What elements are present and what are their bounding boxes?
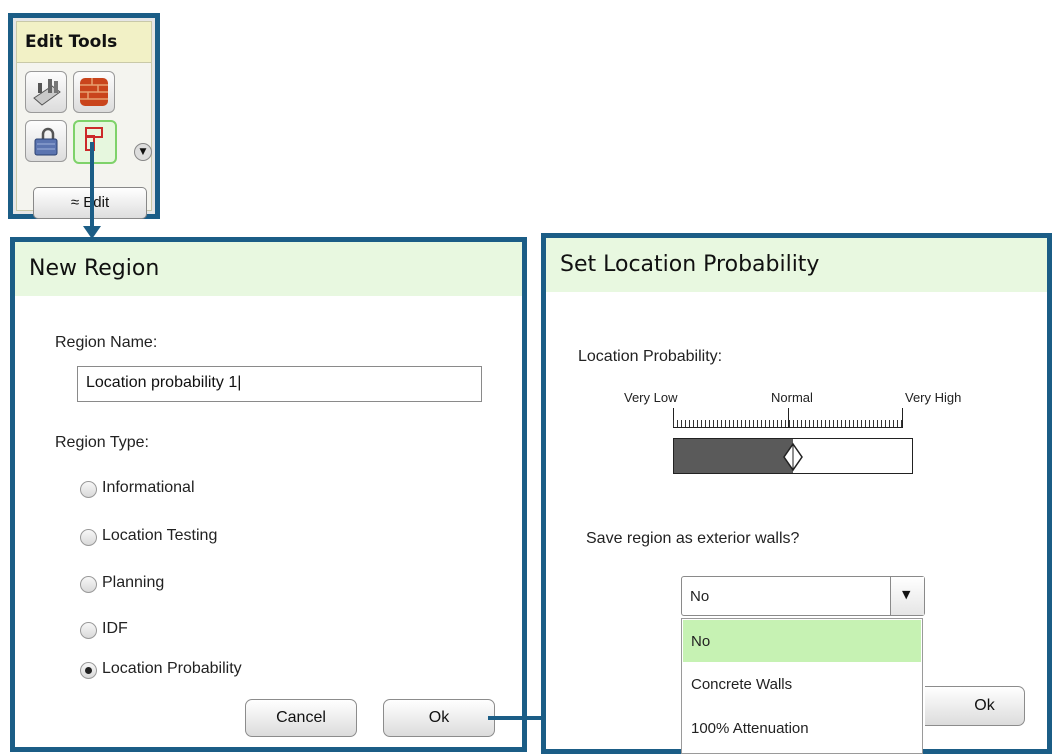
radio-button[interactable]	[80, 481, 97, 498]
region-type-label: Region Type:	[55, 434, 149, 451]
wall-tool-button[interactable]	[25, 71, 67, 113]
radio-label: IDF	[102, 620, 128, 637]
lock-tool-button[interactable]	[25, 120, 67, 162]
edit-tools-panel: Edit Tools ▼ ≈ Edit	[8, 13, 160, 219]
radio-button[interactable]	[80, 622, 97, 639]
exterior-walls-select[interactable]: No ▼	[681, 576, 925, 616]
region-name-input[interactable]: Location probability 1|	[77, 366, 482, 402]
cancel-button[interactable]: Cancel	[245, 699, 357, 737]
option-item[interactable]: 100% Attenuation	[683, 708, 921, 750]
region-tool-button[interactable]	[73, 120, 117, 164]
select-value: No	[690, 588, 710, 605]
option-item[interactable]: No	[683, 620, 921, 662]
ok-button-label: Ok	[974, 697, 995, 714]
new-region-title: New Region	[15, 242, 522, 296]
scale-high-label: Very High	[905, 390, 962, 405]
brick-wall-icon	[80, 78, 108, 106]
scale-mid-label: Normal	[771, 390, 813, 405]
radio-label: Informational	[102, 479, 195, 496]
radio-button[interactable]	[80, 576, 97, 593]
scale-low-label: Very Low	[624, 390, 678, 405]
chevron-down-icon: ▼	[902, 588, 911, 601]
radio-button-selected[interactable]	[80, 662, 97, 679]
lock-icon	[34, 127, 58, 156]
new-region-dialog: New Region Region Name: Location probabi…	[10, 237, 527, 752]
exterior-walls-options: No Concrete Walls 100% Attenuation	[681, 618, 923, 754]
location-probability-label: Location Probability:	[578, 348, 723, 365]
radio-button[interactable]	[80, 529, 97, 546]
set-location-probability-dialog: Set Location Probability Location Probab…	[541, 233, 1052, 754]
set-probability-title: Set Location Probability	[546, 238, 1047, 292]
region-name-label: Region Name:	[55, 334, 158, 351]
probability-slider[interactable]	[673, 438, 913, 474]
connector-line	[90, 142, 94, 232]
ok-button[interactable]: Ok	[383, 699, 495, 737]
double-chevron-up-icon: ≈	[70, 194, 80, 211]
option-label: 100% Attenuation	[691, 720, 809, 737]
radio-label: Location Probability	[102, 660, 242, 677]
brick-wall-button[interactable]	[73, 71, 115, 113]
option-item[interactable]: Concrete Walls	[683, 664, 921, 706]
edit-tools-title: Edit Tools	[17, 22, 151, 63]
radio-label: Location Testing	[102, 527, 218, 544]
edit-button-label: Edit	[83, 194, 110, 211]
edit-tools-body: Edit Tools ▼ ≈ Edit	[16, 21, 152, 219]
more-tools-icon[interactable]: ▼	[134, 143, 152, 161]
region-name-value: Location probability 1	[86, 374, 238, 391]
option-label: No	[691, 633, 711, 650]
wall-tool-icon	[33, 79, 61, 106]
select-dropdown-button[interactable]: ▼	[890, 577, 924, 615]
slider-handle[interactable]	[782, 442, 804, 472]
probability-scale-ruler	[673, 408, 903, 430]
radio-label: Planning	[102, 574, 165, 591]
option-label: Concrete Walls	[691, 676, 793, 693]
exterior-walls-question: Save region as exterior walls?	[586, 530, 800, 547]
ok-button[interactable]: Ok	[925, 686, 1025, 726]
slider-fill	[674, 439, 793, 473]
